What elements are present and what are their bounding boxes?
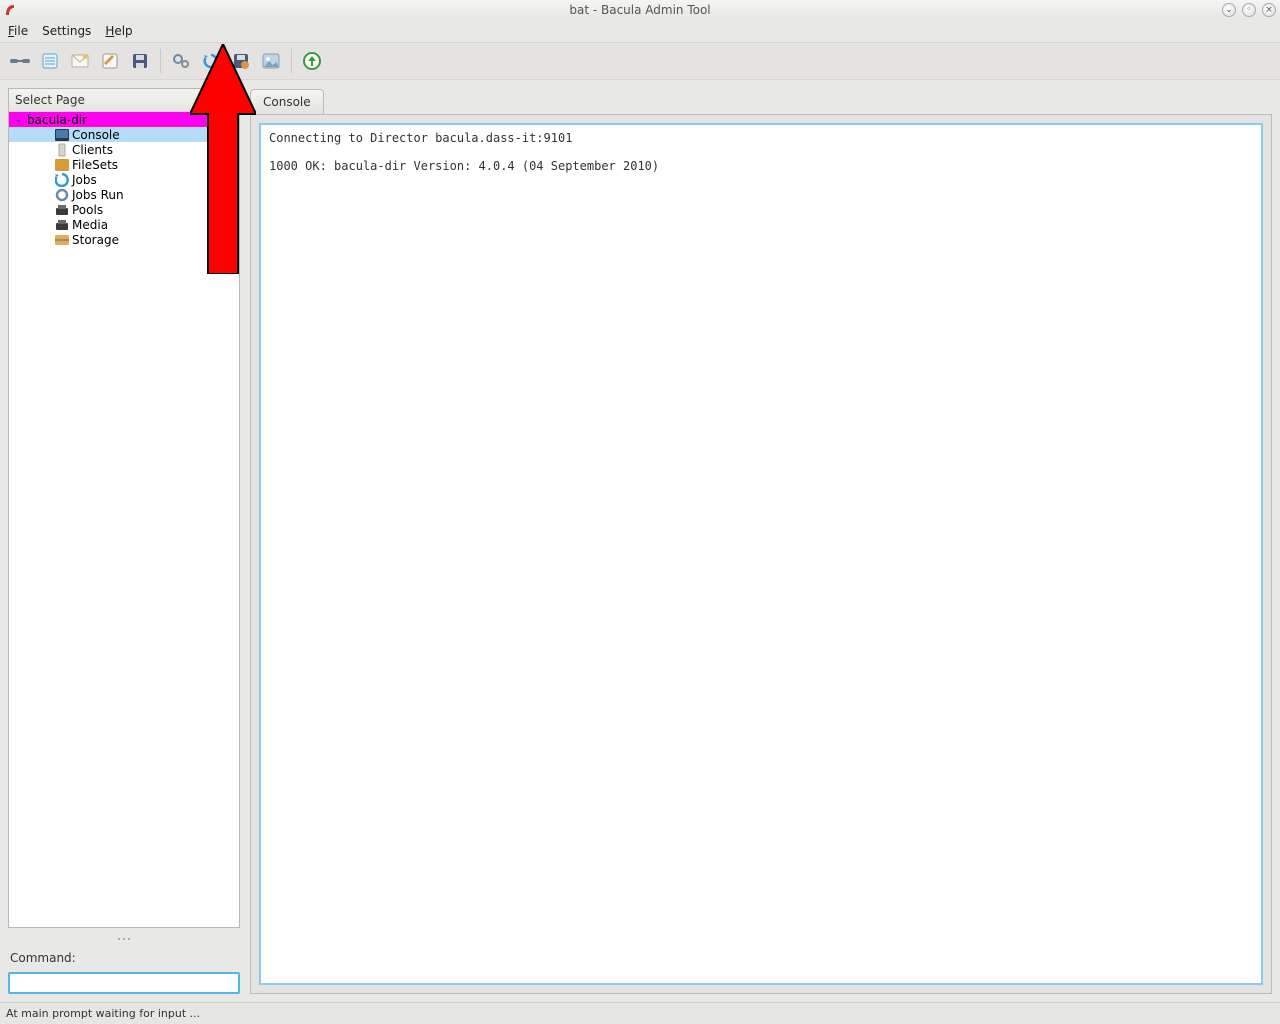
menu-file[interactable]: File xyxy=(8,24,28,38)
main-area: ◇ Select Page ⌄ bacula-dir Console Clien… xyxy=(0,80,1280,1002)
app-icon xyxy=(4,3,18,17)
command-label: Command: xyxy=(8,950,240,966)
jobs-icon xyxy=(54,173,69,187)
tree-item-jobs-run[interactable]: Jobs Run xyxy=(9,187,239,202)
tree-root-node[interactable]: ⌄ bacula-dir xyxy=(9,112,239,127)
panel-undock-handle[interactable]: ◇ xyxy=(227,87,241,99)
status-text: At main prompt waiting for input ... xyxy=(6,1007,200,1020)
menu-help[interactable]: Help xyxy=(105,24,132,38)
tree-item-media[interactable]: Media xyxy=(9,217,239,232)
tree-item-label: Jobs Run xyxy=(72,188,124,202)
tree-item-jobs[interactable]: Jobs xyxy=(9,172,239,187)
tree-item-clients[interactable]: Clients xyxy=(9,142,239,157)
tree-item-label: FileSets xyxy=(72,158,118,172)
toolbar xyxy=(0,42,1280,80)
tab-console[interactable]: Console xyxy=(250,89,324,114)
tree-item-label: Clients xyxy=(72,143,113,157)
console-output[interactable]: Connecting to Director bacula.dass-it:91… xyxy=(259,123,1263,985)
close-button[interactable]: × xyxy=(1262,3,1276,17)
toolbar-separator xyxy=(160,49,161,73)
maximize-button[interactable]: ◦ xyxy=(1242,3,1256,17)
right-panel: Console Connecting to Director bacula.da… xyxy=(250,88,1272,994)
clients-icon xyxy=(54,143,69,157)
pools-icon xyxy=(54,203,69,217)
expand-collapse-icon[interactable]: ⌄ xyxy=(13,114,24,125)
edit-button[interactable] xyxy=(96,47,124,75)
menubar: File Settings Help xyxy=(0,20,1280,42)
tree-item-label: Pools xyxy=(72,203,103,217)
image-button[interactable] xyxy=(257,47,285,75)
jobs-run-icon xyxy=(54,188,69,202)
mail-button[interactable] xyxy=(66,47,94,75)
media-icon xyxy=(54,218,69,232)
save-job-button[interactable] xyxy=(227,47,255,75)
menu-settings[interactable]: Settings xyxy=(42,24,91,38)
command-input[interactable] xyxy=(8,972,240,994)
tree-item-label: Storage xyxy=(72,233,119,247)
page-tree[interactable]: ⌄ bacula-dir Console Clients FileSets xyxy=(9,112,239,927)
window-title: bat - Bacula Admin Tool xyxy=(569,3,710,17)
tree-item-label: Media xyxy=(72,218,108,232)
splitter-handle[interactable] xyxy=(8,934,240,944)
page-tree-panel: ◇ Select Page ⌄ bacula-dir Console Clien… xyxy=(8,88,240,928)
connect-button[interactable] xyxy=(6,47,34,75)
status-bar: At main prompt waiting for input ... xyxy=(0,1002,1280,1024)
titlebar: bat - Bacula Admin Tool ⌄ ◦ × xyxy=(0,0,1280,20)
toolbar-separator xyxy=(291,49,292,73)
tree-item-pools[interactable]: Pools xyxy=(9,202,239,217)
save-button[interactable] xyxy=(126,47,154,75)
up-button[interactable] xyxy=(298,47,326,75)
console-icon xyxy=(54,128,69,142)
minimize-button[interactable]: ⌄ xyxy=(1222,3,1236,17)
refresh-button[interactable] xyxy=(197,47,225,75)
left-panel: ◇ Select Page ⌄ bacula-dir Console Clien… xyxy=(8,88,240,994)
tree-root-label: bacula-dir xyxy=(27,113,87,127)
tree-item-filesets[interactable]: FileSets xyxy=(9,157,239,172)
tree-header: Select Page xyxy=(9,89,239,112)
settings-gears-button[interactable] xyxy=(167,47,195,75)
tab-content: Connecting to Director bacula.dass-it:91… xyxy=(250,114,1272,994)
tree-item-label: Jobs xyxy=(72,173,97,187)
storage-icon xyxy=(54,233,69,247)
filesets-icon xyxy=(54,158,69,172)
tree-item-console[interactable]: Console xyxy=(9,127,239,142)
tab-bar: Console xyxy=(250,88,1272,114)
tree-item-label: Console xyxy=(72,128,120,142)
new-page-button[interactable] xyxy=(36,47,64,75)
tree-item-storage[interactable]: Storage xyxy=(9,232,239,247)
